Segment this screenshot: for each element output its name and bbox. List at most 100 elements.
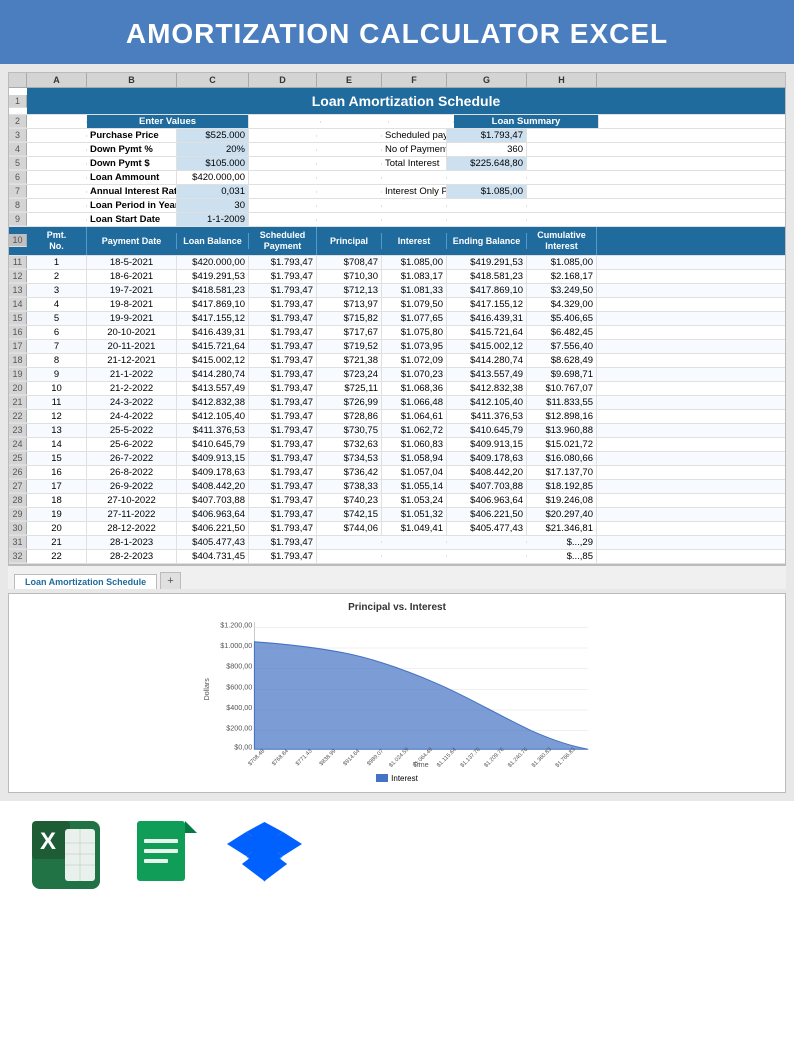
row-num-7: 7 — [9, 185, 27, 198]
row-num: 14 — [9, 298, 27, 311]
table-cell: 16 — [27, 466, 87, 479]
table-cell: $409.913,15 — [177, 452, 249, 465]
cell-6g — [382, 177, 447, 179]
table-cell: $1.051,32 — [382, 508, 447, 521]
table-cell: $1.079,50 — [382, 298, 447, 311]
cell-4a — [27, 149, 87, 151]
table-cell: 19 — [27, 508, 87, 521]
svg-text:$768.84: $768.84 — [271, 748, 290, 767]
table-cell: 21-2-2022 — [87, 382, 177, 395]
table-cell: $1.793,47 — [249, 312, 317, 325]
table-cell: $1.793,47 — [249, 256, 317, 269]
table-cell: $415.002,12 — [177, 354, 249, 367]
table-row: 13319-7-2021$418.581,23$1.793,47$712,13$… — [9, 284, 785, 298]
purchase-price-value[interactable]: $525.000 — [177, 129, 249, 142]
table-cell: 9 — [27, 368, 87, 381]
table-cell: $409.178,63 — [447, 452, 527, 465]
legend-interest: Interest — [376, 774, 418, 783]
table-cell: 19-7-2021 — [87, 284, 177, 297]
table-cell: 8 — [27, 354, 87, 367]
down-dollar-label: Down Pymt $ — [87, 157, 177, 170]
cell-5a — [27, 163, 87, 165]
th-ending-balance: Ending Balance — [447, 233, 527, 249]
table-cell: $412.832,38 — [447, 382, 527, 395]
table-cell: 18 — [27, 494, 87, 507]
table-cell: $13.960,88 — [527, 424, 597, 437]
table-cell: $2.168,17 — [527, 270, 597, 283]
table-cell: $419.291,53 — [447, 256, 527, 269]
table-cell: $719,52 — [317, 340, 382, 353]
table-cell: $16.080,66 — [527, 452, 597, 465]
down-pct-label: Down Pymt % — [87, 143, 177, 156]
svg-text:$1.115.64: $1.115.64 — [436, 747, 458, 769]
table-row: 291927-11-2022$406.963,64$1.793,47$742,1… — [9, 508, 785, 522]
table-cell: 26-9-2022 — [87, 480, 177, 493]
row-num: 18 — [9, 354, 27, 367]
table-cell: $417.869,10 — [447, 284, 527, 297]
table-cell: 27-11-2022 — [87, 508, 177, 521]
table-cell: $406.221,50 — [177, 522, 249, 535]
table-cell: $1.057,04 — [382, 466, 447, 479]
tab-bar: Loan Amortization Schedule + — [8, 565, 786, 589]
table-cell: $1.075,80 — [382, 326, 447, 339]
cell-3a — [27, 135, 87, 137]
table-cell: 3 — [27, 284, 87, 297]
down-dollar-value[interactable]: $105.000 — [177, 157, 249, 170]
row-num: 29 — [9, 508, 27, 521]
loan-period-value[interactable]: 30 — [177, 199, 249, 212]
table-cell: $415.002,12 — [447, 340, 527, 353]
table-cell: $415.721,64 — [447, 326, 527, 339]
add-sheet-button[interactable]: + — [160, 572, 180, 589]
table-cell: $1.793,47 — [249, 480, 317, 493]
loan-start-value[interactable]: 1-1-2009 — [177, 213, 249, 226]
row-num: 21 — [9, 396, 27, 409]
table-cell: 13 — [27, 424, 87, 437]
table-cell: $409.178,63 — [177, 466, 249, 479]
row-num: 20 — [9, 382, 27, 395]
table-row: 231325-5-2022$411.376,53$1.793,47$730,75… — [9, 424, 785, 438]
table-cell: $3.249,50 — [527, 284, 597, 297]
table-cell: $11.833,55 — [527, 396, 597, 409]
row-num-2: 2 — [9, 115, 27, 128]
table-cell: $406.963,64 — [177, 508, 249, 521]
table-row: 312128-1-2023$405.477,43$1.793,47$...,29 — [9, 536, 785, 550]
table-cell: 18-5-2021 — [87, 256, 177, 269]
cell-8g — [382, 205, 447, 207]
scheduled-payment-label: Scheduled payment — [382, 129, 447, 142]
table-cell: 7 — [27, 340, 87, 353]
table-row: 19921-1-2022$414.280,74$1.793,47$723,24$… — [9, 368, 785, 382]
table-cell: $408.442,20 — [447, 466, 527, 479]
table-cell: 28-12-2022 — [87, 522, 177, 535]
table-cell: $408.442,20 — [177, 480, 249, 493]
table-cell: $8.628,49 — [527, 354, 597, 367]
table-cell: 20-11-2021 — [87, 340, 177, 353]
table-cell: 28-1-2023 — [87, 536, 177, 549]
row-num: 25 — [9, 452, 27, 465]
table-cell: $1.070,23 — [382, 368, 447, 381]
svg-text:$989.07: $989.07 — [366, 748, 385, 767]
table-cell: 12 — [27, 410, 87, 423]
cell-9f — [317, 219, 382, 221]
svg-text:$600,00: $600,00 — [226, 682, 252, 691]
interest-rate-value[interactable]: 0,031 — [177, 185, 249, 198]
table-cell: $1.793,47 — [249, 284, 317, 297]
sheet-tab-amortization[interactable]: Loan Amortization Schedule — [14, 574, 157, 589]
table-cell: 21-12-2021 — [87, 354, 177, 367]
table-cell: $407.703,88 — [447, 480, 527, 493]
svg-text:$800,00: $800,00 — [226, 661, 252, 670]
table-cell: 22 — [27, 550, 87, 563]
cell-6h — [447, 177, 527, 179]
table-cell: $1.793,47 — [249, 536, 317, 549]
col-header-c: C — [177, 73, 249, 87]
down-pct-value[interactable]: 20% — [177, 143, 249, 156]
row-num-3: 3 — [9, 129, 27, 142]
table-cell: $406.221,50 — [447, 508, 527, 521]
table-row: 251526-7-2022$409.913,15$1.793,47$734,53… — [9, 452, 785, 466]
loan-summary-header: Loan Summary — [454, 115, 599, 128]
page-title: AMORTIZATION CALCULATOR EXCEL — [0, 0, 794, 64]
table-cell: $417.155,12 — [447, 298, 527, 311]
table-cell: $708,47 — [317, 256, 382, 269]
table-cell: $412.105,40 — [177, 410, 249, 423]
table-cell: 20-10-2021 — [87, 326, 177, 339]
cell-8f — [317, 205, 382, 207]
